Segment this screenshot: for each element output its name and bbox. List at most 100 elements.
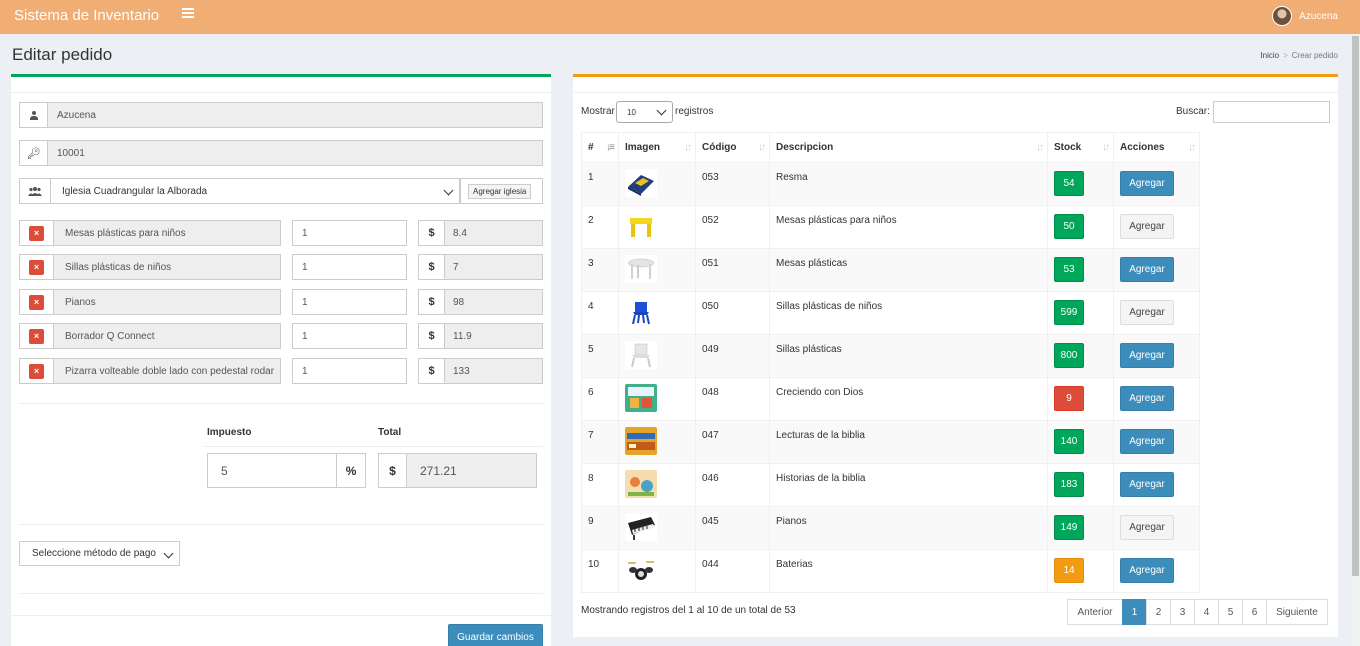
product-image [618,248,696,292]
sort-icon: ↓↑ [1036,142,1044,153]
product-name: Pizarra volteable doble lado con pedesta… [54,358,281,384]
product-code: 051 [695,248,770,292]
page-button-4[interactable]: 4 [1194,599,1219,625]
seller-value: Azucena [57,109,96,121]
product-image [618,506,696,550]
payment-method-value: Seleccione método de pago [32,548,156,559]
remove-product-button[interactable]: × [19,254,54,280]
product-description: Mesas plásticas [769,248,1048,292]
scrollbar[interactable] [1351,34,1360,646]
search-label: Buscar: [1176,106,1210,117]
product-price: 7 [445,255,542,279]
stock-cell: 50 [1047,205,1114,249]
menu-toggle-icon[interactable] [182,8,194,20]
close-icon: × [29,328,44,344]
add-client-button[interactable]: Agregar iglesia [468,183,532,199]
column-header-stock[interactable]: Stock ↓↑ [1047,132,1114,163]
product-row: × Sillas plásticas de niños 1 $7 [19,254,543,280]
column-header-actions[interactable]: Acciones ↓↑ [1113,132,1200,163]
add-product-button[interactable]: Agregar [1120,300,1174,325]
breadcrumb: Inicio > Crear pedido [1260,51,1338,60]
page-button-3[interactable]: 3 [1170,599,1195,625]
product-image [618,377,696,421]
add-product-button[interactable]: Agregar [1120,558,1174,583]
total-label: Total [378,427,402,438]
product-quantity-input[interactable]: 1 [292,220,407,246]
product-quantity-input[interactable]: 1 [292,254,407,280]
product-price-field: $7 [418,254,543,280]
product-image [618,162,696,206]
sort-icon: ↓↑ [1102,142,1110,153]
chevron-down-icon [443,185,454,196]
add-product-button[interactable]: Agregar [1120,171,1174,196]
column-header-code[interactable]: Código ↓↑ [695,132,770,163]
length-label-after: registros [675,106,714,117]
save-changes-button[interactable]: Guardar cambios [448,624,543,646]
product-row: × Mesas plásticas para niños 1 $8.4 [19,220,543,246]
add-product-button[interactable]: Agregar [1120,472,1174,497]
table-row: 2 052 Mesas plásticas para niños 50 Agregar [581,205,1200,249]
total-field: $ 271.21 [378,453,537,488]
previous-page-button[interactable]: Anterior [1067,599,1123,625]
add-product-button[interactable]: Agregar [1120,386,1174,411]
client-select[interactable]: Iglesia Cuadrangular la Alborada [50,178,460,204]
product-image [618,291,696,335]
add-product-button[interactable]: Agregar [1120,257,1174,282]
stock-badge: 53 [1054,257,1084,282]
product-quantity-input[interactable]: 1 [292,358,407,384]
page-button-6[interactable]: 6 [1242,599,1267,625]
length-value: 10 [627,107,636,117]
search-input[interactable] [1213,101,1330,123]
tax-label: Impuesto [207,427,252,438]
table-row: 5 049 Sillas plásticas 800 Agregar [581,334,1200,378]
column-header-image[interactable]: Imagen ↓↑ [618,132,696,163]
sort-icon: ↓↑ [684,142,692,153]
seller-field: Azucena [19,102,543,128]
row-number: 1 [581,162,619,206]
scrollbar-thumb[interactable] [1352,36,1359,576]
tax-input[interactable]: 5 [208,454,338,487]
product-quantity-input[interactable]: 1 [292,289,407,315]
breadcrumb-home[interactable]: Inicio [1260,51,1279,60]
product-row: × Pianos 1 $98 [19,289,543,315]
remove-product-button[interactable]: × [19,220,54,246]
column-header-num[interactable]: # ↓≡ [581,132,619,163]
product-quantity-input[interactable]: 1 [292,323,407,349]
next-page-button[interactable]: Siguiente [1266,599,1328,625]
actions-cell: Agregar [1113,549,1200,593]
table-row: 10 044 Baterias 14 Agregar [581,549,1200,593]
actions-cell: Agregar [1113,334,1200,378]
product-price-field: $98 [418,289,543,315]
client-addon [19,178,51,204]
actions-cell: Agregar [1113,420,1200,464]
chevron-down-icon [163,548,174,559]
table-row: 3 051 Mesas plásticas 53 Agregar [581,248,1200,292]
remove-product-button[interactable]: × [19,323,54,349]
column-header-description[interactable]: Descripcion ↓↑ [769,132,1048,163]
table-row: 4 050 Sillas plásticas de niños 599 Agregar [581,291,1200,335]
add-product-button[interactable]: Agregar [1120,429,1174,454]
user-menu[interactable]: Azucena [1272,6,1338,26]
app-title[interactable]: Sistema de Inventario [14,7,159,24]
payment-method-select[interactable]: Seleccione método de pago [19,541,180,566]
product-code: 049 [695,334,770,378]
page-button-5[interactable]: 5 [1218,599,1243,625]
remove-product-button[interactable]: × [19,289,54,315]
product-description: Sillas plásticas [769,334,1048,378]
close-icon: × [29,259,44,275]
add-product-button[interactable]: Agregar [1120,343,1174,368]
avatar [1272,6,1293,26]
stock-badge: 50 [1054,214,1084,239]
page-button-1[interactable]: 1 [1122,599,1147,625]
page-button-2[interactable]: 2 [1146,599,1171,625]
add-product-button[interactable]: Agregar [1120,214,1174,239]
product-image [618,549,696,593]
remove-product-button[interactable]: × [19,358,54,384]
product-code: 048 [695,377,770,421]
length-label: Mostrar [581,106,615,117]
add-product-button[interactable]: Agregar [1120,515,1174,540]
user-name: Azucena [1299,10,1338,22]
length-select[interactable]: 10 [616,101,673,123]
stock-cell: 14 [1047,549,1114,593]
actions-cell: Agregar [1113,162,1200,206]
